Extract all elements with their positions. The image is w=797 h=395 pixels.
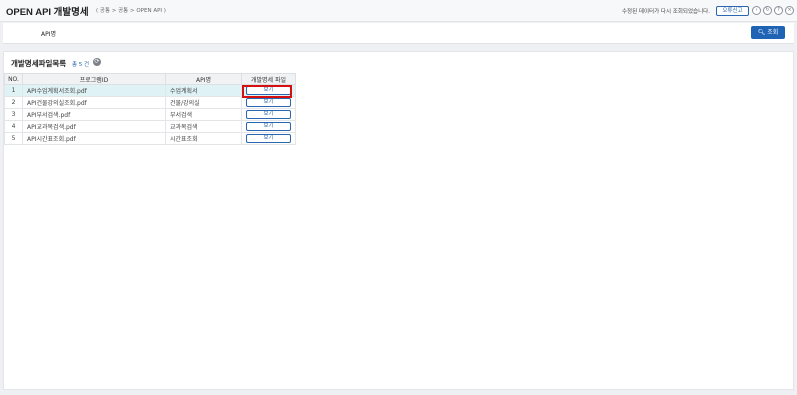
list-title: 개발명세파일목록 [11,59,67,68]
view-button[interactable]: 보기 [246,134,291,143]
help-icon[interactable]: ? [774,6,783,15]
table-row[interactable]: 5 API시간표조회.pdf 시간표조회 보기 [4,132,296,145]
table-row[interactable]: 4 API교과목검색.pdf 교과목검색 보기 [4,120,296,133]
row-file-cell: 보기 [241,96,296,109]
page-title: OPEN API 개발명세 [6,7,89,18]
view-button[interactable]: 보기 [246,98,291,107]
row-program-id: API수업계획서조회.pdf [22,84,166,97]
row-api-name: 건물/강의실 [165,96,242,109]
column-header-program-id[interactable]: 프로그램ID [22,73,166,85]
column-header-api-name[interactable]: API명 [165,73,242,85]
row-no: 3 [4,108,23,121]
file-list-panel: 개발명세파일목록 총 5 건 ⟳ NO. 프로그램ID API명 개발명세 파일… [3,51,794,390]
table-header-row: NO. 프로그램ID API명 개발명세 파일 [4,73,296,85]
refresh-icon[interactable]: ↻ [763,6,772,15]
view-button[interactable]: 보기 [246,86,291,95]
row-api-name: 수업계획서 [165,84,242,97]
column-header-spec-file[interactable]: 개발명세 파일 [241,73,296,85]
row-program-id: API건물강의실조회.pdf [22,96,166,109]
list-refresh-icon[interactable]: ⟳ [93,58,101,66]
report-error-button[interactable]: 오류신고 [716,6,749,16]
api-name-label: API명 [41,31,57,38]
search-button-label: 조회 [767,29,779,36]
view-button[interactable]: 보기 [246,122,291,131]
record-count: 총 5 건 [72,62,90,68]
table-row[interactable]: 1 API수업계획서조회.pdf 수업계획서 보기 [4,84,296,97]
row-file-cell: 보기 [241,120,296,133]
row-program-id: API교과목검색.pdf [22,120,166,133]
column-header-no[interactable]: NO. [4,73,23,85]
row-file-cell: 보기 [241,132,296,145]
table-row[interactable]: 3 API부서검색.pdf 부서검색 보기 [4,108,296,121]
view-button[interactable]: 보기 [246,110,291,119]
header-bar: OPEN API 개발명세 ( 공통 > 공통 > OPEN API ) 수정된… [0,0,797,22]
row-file-cell: 보기 [241,108,296,121]
search-button[interactable]: 🔍︎ 조회 [751,26,785,39]
status-message: 수정된 데이터가 다시 조회되었습니다. [622,9,710,15]
search-icon: 🔍︎ [757,29,766,36]
row-program-id: API시간표조회.pdf [22,132,166,145]
back-icon[interactable]: ‹ [752,6,761,15]
row-no: 1 [4,84,23,97]
breadcrumb: ( 공통 > 공통 > OPEN API ) [96,8,166,14]
row-no: 5 [4,132,23,145]
row-program-id: API부서검색.pdf [22,108,166,121]
row-api-name: 교과목검색 [165,120,242,133]
row-api-name: 시간표조회 [165,132,242,145]
search-panel: API명 🔍︎ 조회 [3,23,794,44]
row-api-name: 부서검색 [165,108,242,121]
row-no: 2 [4,96,23,109]
row-no: 4 [4,120,23,133]
table-row[interactable]: 2 API건물강의실조회.pdf 건물/강의실 보기 [4,96,296,109]
close-icon[interactable]: × [785,6,794,15]
row-file-cell: 보기 [241,84,296,97]
file-table: NO. 프로그램ID API명 개발명세 파일 1 API수업계획서조회.pdf… [4,73,296,145]
